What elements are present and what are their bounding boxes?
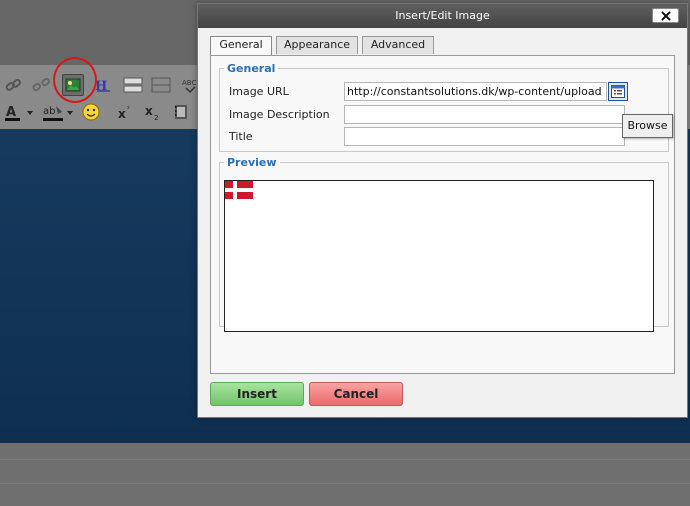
- svg-text:2: 2: [154, 114, 158, 121]
- svg-text:x: x: [118, 107, 126, 121]
- table-row-before-icon[interactable]: [122, 74, 144, 96]
- tab-general[interactable]: General: [210, 36, 272, 56]
- title-input[interactable]: [344, 127, 625, 146]
- highlight-color-icon[interactable]: ab: [40, 101, 76, 123]
- emoticon-icon[interactable]: [80, 101, 102, 123]
- svg-text:²: ²: [127, 105, 130, 113]
- media-icon[interactable]: [170, 101, 192, 123]
- svg-text:x: x: [145, 104, 153, 118]
- insert-edit-image-dialog: Insert/Edit Image General Appearance Adv…: [197, 3, 688, 418]
- subscript-icon[interactable]: x2: [141, 101, 163, 123]
- svg-text:ab: ab: [43, 106, 55, 117]
- tab-advanced[interactable]: Advanced: [362, 36, 434, 54]
- image-url-input[interactable]: http://constantsolutions.dk/wp-content/u…: [344, 82, 607, 101]
- title-label: Title: [229, 130, 253, 143]
- svg-text:A: A: [6, 105, 16, 120]
- preview-legend: Preview: [227, 156, 277, 169]
- preview-area: [224, 180, 654, 332]
- browse-tooltip: Browse: [622, 114, 673, 138]
- general-legend: General: [227, 62, 276, 75]
- cancel-button[interactable]: Cancel: [309, 382, 403, 406]
- browse-icon: [611, 85, 625, 98]
- general-panel: General Image URL http://constantsolutio…: [210, 55, 675, 374]
- browse-button[interactable]: [608, 82, 628, 101]
- unlink-icon[interactable]: [30, 74, 52, 96]
- highlight-circle: [53, 57, 97, 103]
- superscript-icon[interactable]: x²: [114, 101, 136, 123]
- image-description-label: Image Description: [229, 108, 330, 121]
- insert-button[interactable]: Insert: [210, 382, 304, 406]
- dialog-title: Insert/Edit Image: [198, 4, 687, 28]
- preview-fieldset: Preview: [219, 156, 669, 332]
- image-url-label: Image URL: [229, 85, 289, 98]
- tab-appearance[interactable]: Appearance: [276, 36, 358, 54]
- text-color-icon[interactable]: A: [2, 101, 36, 123]
- image-description-input[interactable]: [344, 105, 625, 124]
- danish-flag-image: [225, 181, 253, 199]
- svg-text:ABC: ABC: [182, 79, 196, 87]
- close-icon: [660, 10, 671, 21]
- table-row-after-icon[interactable]: [150, 74, 172, 96]
- close-button[interactable]: [652, 8, 679, 23]
- link-icon[interactable]: [2, 74, 24, 96]
- editor-status-area: [0, 443, 690, 506]
